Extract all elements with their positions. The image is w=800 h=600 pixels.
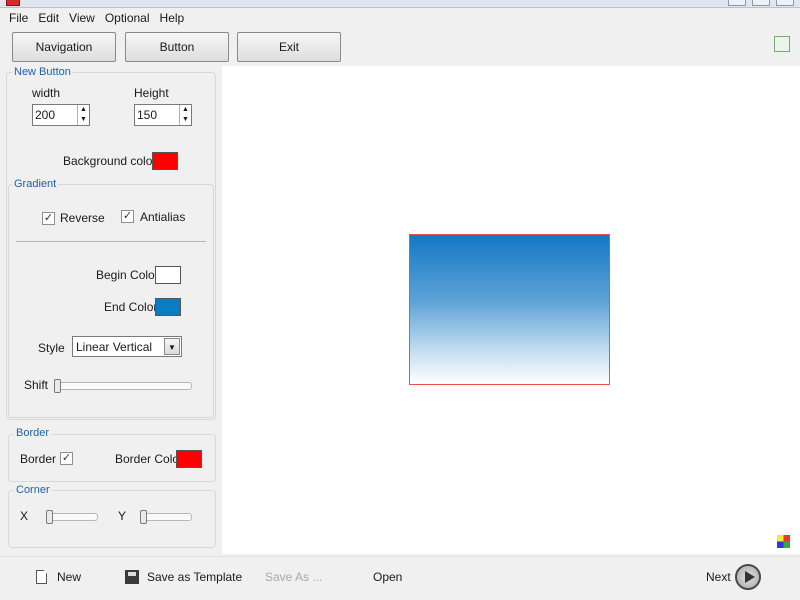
button-tab-button[interactable]: Button <box>125 32 229 62</box>
new-label: New <box>57 570 82 584</box>
save-as-button[interactable]: Save As ... <box>265 570 322 584</box>
title-bar <box>0 0 800 8</box>
height-spinner-arrows[interactable]: ▲ ▼ <box>179 105 191 125</box>
border-checkbox[interactable]: ✓ <box>60 452 73 465</box>
style-select-value: Linear Vertical <box>76 340 153 354</box>
next-label: Next <box>706 570 731 584</box>
height-value: 150 <box>137 108 158 122</box>
menu-view[interactable]: View <box>64 11 100 25</box>
width-spinner[interactable]: 200 ▲ ▼ <box>32 104 90 126</box>
corner-x-slider-thumb[interactable] <box>46 510 53 524</box>
height-spinner[interactable]: 150 ▲ ▼ <box>134 104 192 126</box>
settings-panel: New Button width 200 ▲ ▼ Height 150 ▲ ▼ Ba… <box>4 66 220 554</box>
width-value: 200 <box>35 108 56 122</box>
button-preview[interactable] <box>409 234 610 385</box>
background-color-swatch[interactable] <box>152 152 178 170</box>
menu-edit[interactable]: Edit <box>33 11 64 25</box>
save-as-template-label: Save as Template <box>147 570 243 584</box>
minimize-button[interactable] <box>728 0 746 6</box>
border-label: Border <box>20 452 57 466</box>
border-color-label: Border Color <box>115 452 184 466</box>
shift-label: Shift <box>24 378 49 392</box>
bottom-bar: New Save as Template Save As ... Open Ne… <box>0 556 800 600</box>
antialias-checkbox[interactable]: ✓ <box>121 210 134 223</box>
begin-color-swatch[interactable] <box>155 266 181 284</box>
exit-button[interactable]: Exit <box>237 32 341 62</box>
corner-y-slider-thumb[interactable] <box>140 510 147 524</box>
close-button[interactable] <box>776 0 794 6</box>
save-as-label: Save As ... <box>265 570 323 584</box>
antialias-label: Antialias <box>140 210 186 224</box>
height-label: Height <box>134 86 169 100</box>
style-select[interactable]: Linear Vertical ▼ <box>72 336 182 357</box>
shift-slider-track[interactable] <box>54 382 192 390</box>
save-as-template-button[interactable]: Save as Template <box>125 570 242 584</box>
width-spinner-arrows[interactable]: ▲ ▼ <box>77 105 89 125</box>
menu-bar: File Edit View Optional Help <box>0 8 800 28</box>
corner-y-slider-track[interactable] <box>140 513 192 521</box>
play-icon[interactable] <box>734 564 761 590</box>
gradient-group-title: Gradient <box>12 178 59 190</box>
maximize-button[interactable] <box>752 0 770 6</box>
width-label: width <box>32 86 61 100</box>
chevron-down-icon[interactable]: ▼ <box>164 338 180 355</box>
corner-y-label: Y <box>118 509 127 523</box>
app-icon <box>6 0 20 6</box>
corner-x-label: X <box>20 509 29 523</box>
image-icon[interactable] <box>774 36 790 52</box>
new-button[interactable]: New <box>36 570 81 584</box>
new-file-icon <box>36 570 47 584</box>
style-label: Style <box>38 341 65 355</box>
gradient-divider <box>16 241 206 242</box>
reverse-checkbox[interactable]: ✓ <box>42 212 55 225</box>
end-color-label: End Color <box>104 300 158 314</box>
open-button[interactable]: Open <box>373 570 402 584</box>
corner-group-title: Corner <box>14 484 52 496</box>
corner-x-slider-track[interactable] <box>46 513 98 521</box>
border-group-title: Border <box>14 427 52 439</box>
preview-canvas <box>222 66 800 554</box>
menu-optional[interactable]: Optional <box>100 11 155 25</box>
save-icon <box>125 570 139 584</box>
palette-icon[interactable] <box>777 535 790 548</box>
shift-slider-thumb[interactable] <box>54 379 61 393</box>
menu-file[interactable]: File <box>4 11 33 25</box>
navigation-button[interactable]: Navigation <box>12 32 116 62</box>
menu-help[interactable]: Help <box>155 11 190 25</box>
background-color-label: Background color <box>63 154 157 168</box>
toolbar: Navigation Button Exit <box>0 28 800 66</box>
begin-color-label: Begin Color <box>96 268 159 282</box>
open-label: Open <box>373 570 403 584</box>
border-color-swatch[interactable] <box>176 450 202 468</box>
next-button[interactable]: Next <box>706 564 761 590</box>
new-button-group-title: New Button <box>12 66 73 78</box>
reverse-label: Reverse <box>60 211 105 225</box>
end-color-swatch[interactable] <box>155 298 181 316</box>
